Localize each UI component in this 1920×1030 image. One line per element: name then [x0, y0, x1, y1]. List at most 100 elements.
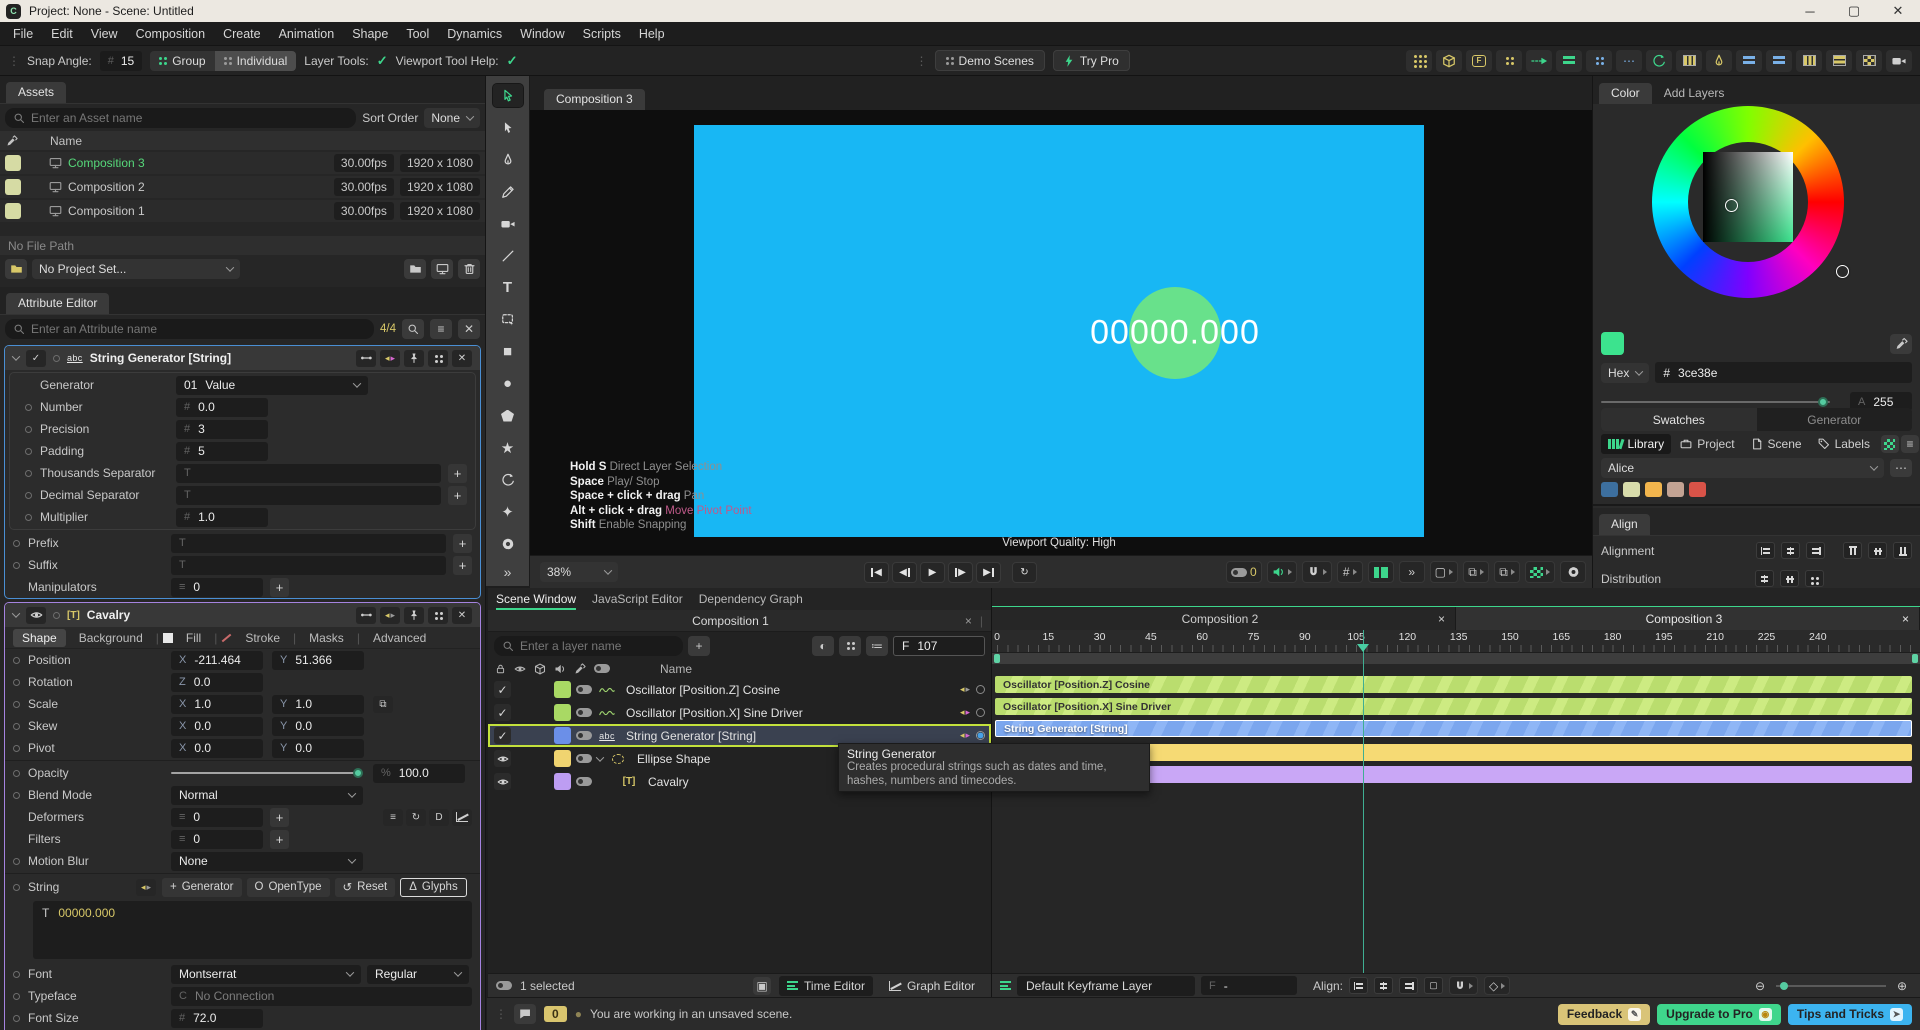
- scale-x-input[interactable]: X 1.0: [171, 694, 263, 714]
- library-tab[interactable]: Library: [1601, 434, 1672, 454]
- string-generator-button[interactable]: + Generator: [162, 877, 242, 897]
- guides-button[interactable]: [1367, 561, 1394, 583]
- number-input[interactable]: #0.0: [176, 397, 268, 417]
- connection-dot[interactable]: [13, 656, 20, 664]
- connection-dot[interactable]: [25, 513, 32, 521]
- layer-color-swatch[interactable]: [554, 704, 571, 721]
- connection-dot[interactable]: [13, 678, 20, 686]
- connection-dot[interactable]: [13, 857, 20, 865]
- layer-row[interactable]: ✓ Oscillator [Position.X] Sine Driver ◂ ▸: [488, 701, 991, 724]
- layer-toggle[interactable]: [576, 754, 592, 763]
- filter-layers-button[interactable]: ◐: [812, 635, 834, 656]
- menu-tool[interactable]: Tool: [397, 27, 438, 41]
- scatter-tool-button[interactable]: [1496, 49, 1522, 72]
- menu-animation[interactable]: Animation: [270, 27, 344, 41]
- layer-color-swatch[interactable]: [554, 750, 571, 767]
- timeline-zoom-out-button[interactable]: ⊖: [1750, 979, 1770, 993]
- layer-visibility-toggle[interactable]: [494, 773, 511, 790]
- solo-circle[interactable]: [976, 685, 985, 694]
- font-style-dropdown[interactable]: Regular: [367, 964, 469, 984]
- text-align-center-button[interactable]: [1766, 49, 1792, 72]
- timeline-zoom-slider[interactable]: [1776, 981, 1886, 990]
- add-keyframe-button[interactable]: +: [453, 533, 472, 553]
- menu-view[interactable]: View: [82, 27, 127, 41]
- pivot-y-input[interactable]: Y 0.0: [272, 738, 364, 758]
- glyphs-button[interactable]: Δ Glyphs: [400, 877, 467, 897]
- layer-visibility-toggle[interactable]: [494, 750, 511, 767]
- typeface-input[interactable]: C No Connection: [171, 986, 472, 1006]
- tab-scene-window[interactable]: Scene Window: [496, 590, 576, 608]
- padding-input[interactable]: #5: [176, 441, 268, 461]
- transform-box-tool[interactable]: [493, 308, 523, 331]
- motion-blur-dropdown[interactable]: None: [171, 851, 363, 871]
- track-bar-selected[interactable]: String Generator [String]: [995, 720, 1912, 737]
- swatch-list-view-button[interactable]: ≡: [1900, 435, 1919, 453]
- time-editor-button[interactable]: Time Editor: [779, 975, 873, 996]
- connection-dot[interactable]: [13, 744, 20, 752]
- playback-speed-button[interactable]: »: [1398, 561, 1425, 583]
- timeline-ruler[interactable]: 0 15 30 45 60 75 90 105 120 135 150 165 180 195 210 225…: [992, 630, 1920, 653]
- visibility-toggle[interactable]: [26, 606, 46, 624]
- tab-shape[interactable]: Shape: [13, 628, 66, 647]
- connection-dot[interactable]: [25, 491, 32, 499]
- position-y-input[interactable]: Y 51.366: [272, 650, 364, 670]
- try-pro-button[interactable]: Try Pro: [1052, 50, 1130, 71]
- layer-search-field[interactable]: [520, 638, 675, 653]
- deformer-graph-icon[interactable]: [452, 808, 472, 826]
- palette-swatch[interactable]: [1689, 482, 1706, 497]
- demo-scenes-button[interactable]: Demo Scenes: [934, 50, 1045, 71]
- io-arrows-button[interactable]: ◂ ▸: [380, 349, 400, 367]
- tips-and-tricks-button[interactable]: Tips and Tricks ➤: [1787, 1003, 1912, 1025]
- play-button[interactable]: ▶: [920, 561, 945, 583]
- messages-button[interactable]: [514, 1004, 536, 1024]
- pin-button[interactable]: [404, 606, 424, 624]
- swatch-grid-view-button[interactable]: [1880, 435, 1899, 453]
- message-count-badge[interactable]: 0: [544, 1006, 567, 1022]
- skew-x-input[interactable]: X 0.0: [171, 716, 263, 736]
- pin-button[interactable]: [404, 349, 424, 367]
- asset-name[interactable]: Composition 3: [68, 156, 145, 170]
- frame-tool-button[interactable]: F: [1466, 49, 1492, 72]
- isolate-layers-button[interactable]: [839, 635, 861, 656]
- link-scale-button[interactable]: ⧉: [373, 695, 393, 713]
- scale-y-input[interactable]: Y 1.0: [272, 694, 364, 714]
- close-tab-icon[interactable]: ×: [1438, 612, 1445, 626]
- ellipse-tool[interactable]: ●: [493, 372, 523, 395]
- individual-mode-button[interactable]: Individual: [214, 50, 297, 71]
- layer-search-input[interactable]: [494, 635, 683, 656]
- viewport-composition-tab[interactable]: Composition 3: [544, 89, 645, 110]
- layer-name[interactable]: Oscillator [Position.Z] Cosine: [626, 683, 780, 697]
- asset-row[interactable]: Composition 1 30.00fps 1920 x 1080: [0, 200, 485, 222]
- layer-toggle[interactable]: [576, 731, 592, 740]
- io-arrows-button[interactable]: ◂ ▸: [380, 606, 400, 624]
- generator-dropdown[interactable]: 01 Value: [176, 375, 368, 395]
- current-color-swatch[interactable]: [1601, 332, 1624, 355]
- isolate-button[interactable]: [428, 606, 448, 624]
- palette-swatch[interactable]: [1623, 482, 1640, 497]
- opentype-button[interactable]: O OpenType: [246, 877, 330, 897]
- connection-dot[interactable]: [25, 447, 32, 455]
- connection-dot[interactable]: [25, 469, 32, 477]
- tab-advanced[interactable]: Advanced: [364, 629, 435, 647]
- text-align-left-button[interactable]: [1736, 49, 1762, 72]
- connection-dot[interactable]: [13, 992, 20, 1000]
- track-bar[interactable]: Oscillator [Position.X] Sine Driver: [995, 698, 1912, 715]
- pencil-tool[interactable]: [493, 180, 523, 203]
- rows-view-button[interactable]: [1826, 49, 1852, 72]
- deformer-loop-icon[interactable]: ↻: [406, 808, 426, 826]
- layer-color-swatch[interactable]: [554, 773, 571, 790]
- more-dots-tool-button[interactable]: ⋯: [1616, 49, 1642, 72]
- audio-offset-toggle[interactable]: 0: [1225, 561, 1262, 583]
- align-bars-tool-button[interactable]: [1556, 49, 1582, 72]
- viewport-settings-button[interactable]: [1560, 561, 1586, 583]
- keyframe-layer-field[interactable]: Default Keyframe Layer: [1017, 975, 1195, 996]
- camera-tool[interactable]: [493, 212, 523, 235]
- attribute-search-field[interactable]: [31, 321, 366, 336]
- decimal-separator-input[interactable]: T: [176, 485, 441, 505]
- close-section-button[interactable]: ✕: [452, 349, 472, 367]
- deformers-input[interactable]: ≡ 0: [171, 807, 263, 827]
- menu-file[interactable]: File: [4, 27, 42, 41]
- saturation-value-square[interactable]: [1703, 152, 1793, 242]
- playhead-marker[interactable]: [1356, 644, 1369, 652]
- connection-dot[interactable]: [13, 1014, 20, 1022]
